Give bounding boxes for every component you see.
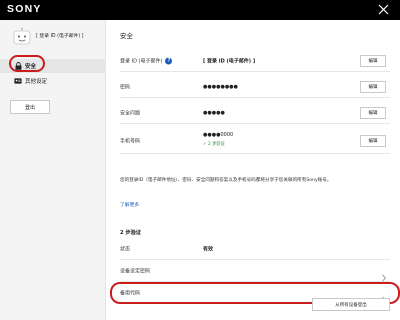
login-id-row: 登录 ID (电子邮件) ? [ 登录 ID (电子邮件) ] 编辑	[120, 50, 390, 72]
learn-more-link[interactable]: 了解更多	[120, 201, 139, 208]
phone-label: 手机号码	[120, 138, 141, 144]
device-password-label: 设备设定密码	[120, 268, 151, 274]
edit-security-question-button[interactable]: 编辑	[360, 107, 386, 119]
sidebar-item-other-settings[interactable]: 其他设定	[0, 74, 106, 88]
row-label: 登录 ID (电子邮件) ?	[120, 57, 173, 64]
main-panel: 安全 登录 ID (电子邮件) ? [ 登录 ID (电子邮件) ] 编辑 密码…	[106, 20, 400, 320]
account-id: [ 登录 ID (电子邮件) ]	[36, 34, 84, 39]
help-icon[interactable]: ?	[165, 57, 173, 64]
password-value: ●●●●●●●●	[203, 83, 238, 90]
logout-button[interactable]: 登出	[10, 100, 50, 114]
two-step-status-row: 状态 有效	[120, 238, 390, 260]
page-title: 安全	[120, 32, 133, 40]
sidebar-item-security[interactable]: 安全	[0, 59, 106, 73]
device-password-row[interactable]: 设备设定密码	[120, 260, 390, 282]
top-bar: SONY	[0, 0, 400, 20]
sign-out-all-devices-button[interactable]: 从所有设备登出	[312, 298, 390, 311]
avatar	[12, 27, 32, 47]
status-value: 有效	[203, 246, 214, 252]
edit-password-button[interactable]: 编辑	[360, 81, 386, 93]
two-step-verified-badge: ✓ 2 步验证	[203, 142, 225, 147]
edit-login-id-button[interactable]: 编辑	[360, 55, 386, 67]
edit-phone-button[interactable]: 编辑	[360, 135, 386, 147]
status-label: 状态	[120, 246, 131, 252]
password-row: 密码 ●●●●●●●● 编辑	[120, 76, 390, 98]
sidebar-item-label: 安全	[25, 64, 37, 70]
password-label: 密码	[120, 84, 131, 90]
close-icon[interactable]	[378, 4, 389, 15]
backup-codes-label: 备用代码	[120, 290, 141, 297]
phone-row: 手机号码 ●●●●0000 ✓ 2 步验证 编辑	[120, 128, 390, 154]
two-step-title: 2 步验证	[120, 230, 141, 236]
lock-icon	[14, 62, 22, 70]
phone-value: ●●●●0000	[203, 132, 234, 138]
chevron-right-icon	[381, 267, 387, 281]
info-text: 您的登录ID（电子邮件地址）、密码、安全问题和答案以及手机号码都将分享于您关联的…	[120, 178, 332, 183]
login-id-value: [ 登录 ID (电子邮件) ]	[203, 58, 256, 64]
brand-logo: SONY	[7, 3, 42, 15]
security-question-label: 安全问题	[120, 110, 141, 116]
id-card-icon	[14, 77, 22, 85]
login-id-label: 登录 ID (电子邮件)	[120, 58, 163, 64]
sidebar-item-label: 其他设定	[25, 79, 48, 85]
security-question-row: 安全问题 ●●●●● 编辑	[120, 102, 390, 124]
robot-face-icon	[13, 27, 31, 45]
security-question-value: ●●●●●	[203, 109, 225, 116]
chevron-right-icon	[381, 289, 387, 304]
sidebar: [ 登录 ID (电子邮件) ] 安全 其他设定 登出	[0, 20, 106, 320]
